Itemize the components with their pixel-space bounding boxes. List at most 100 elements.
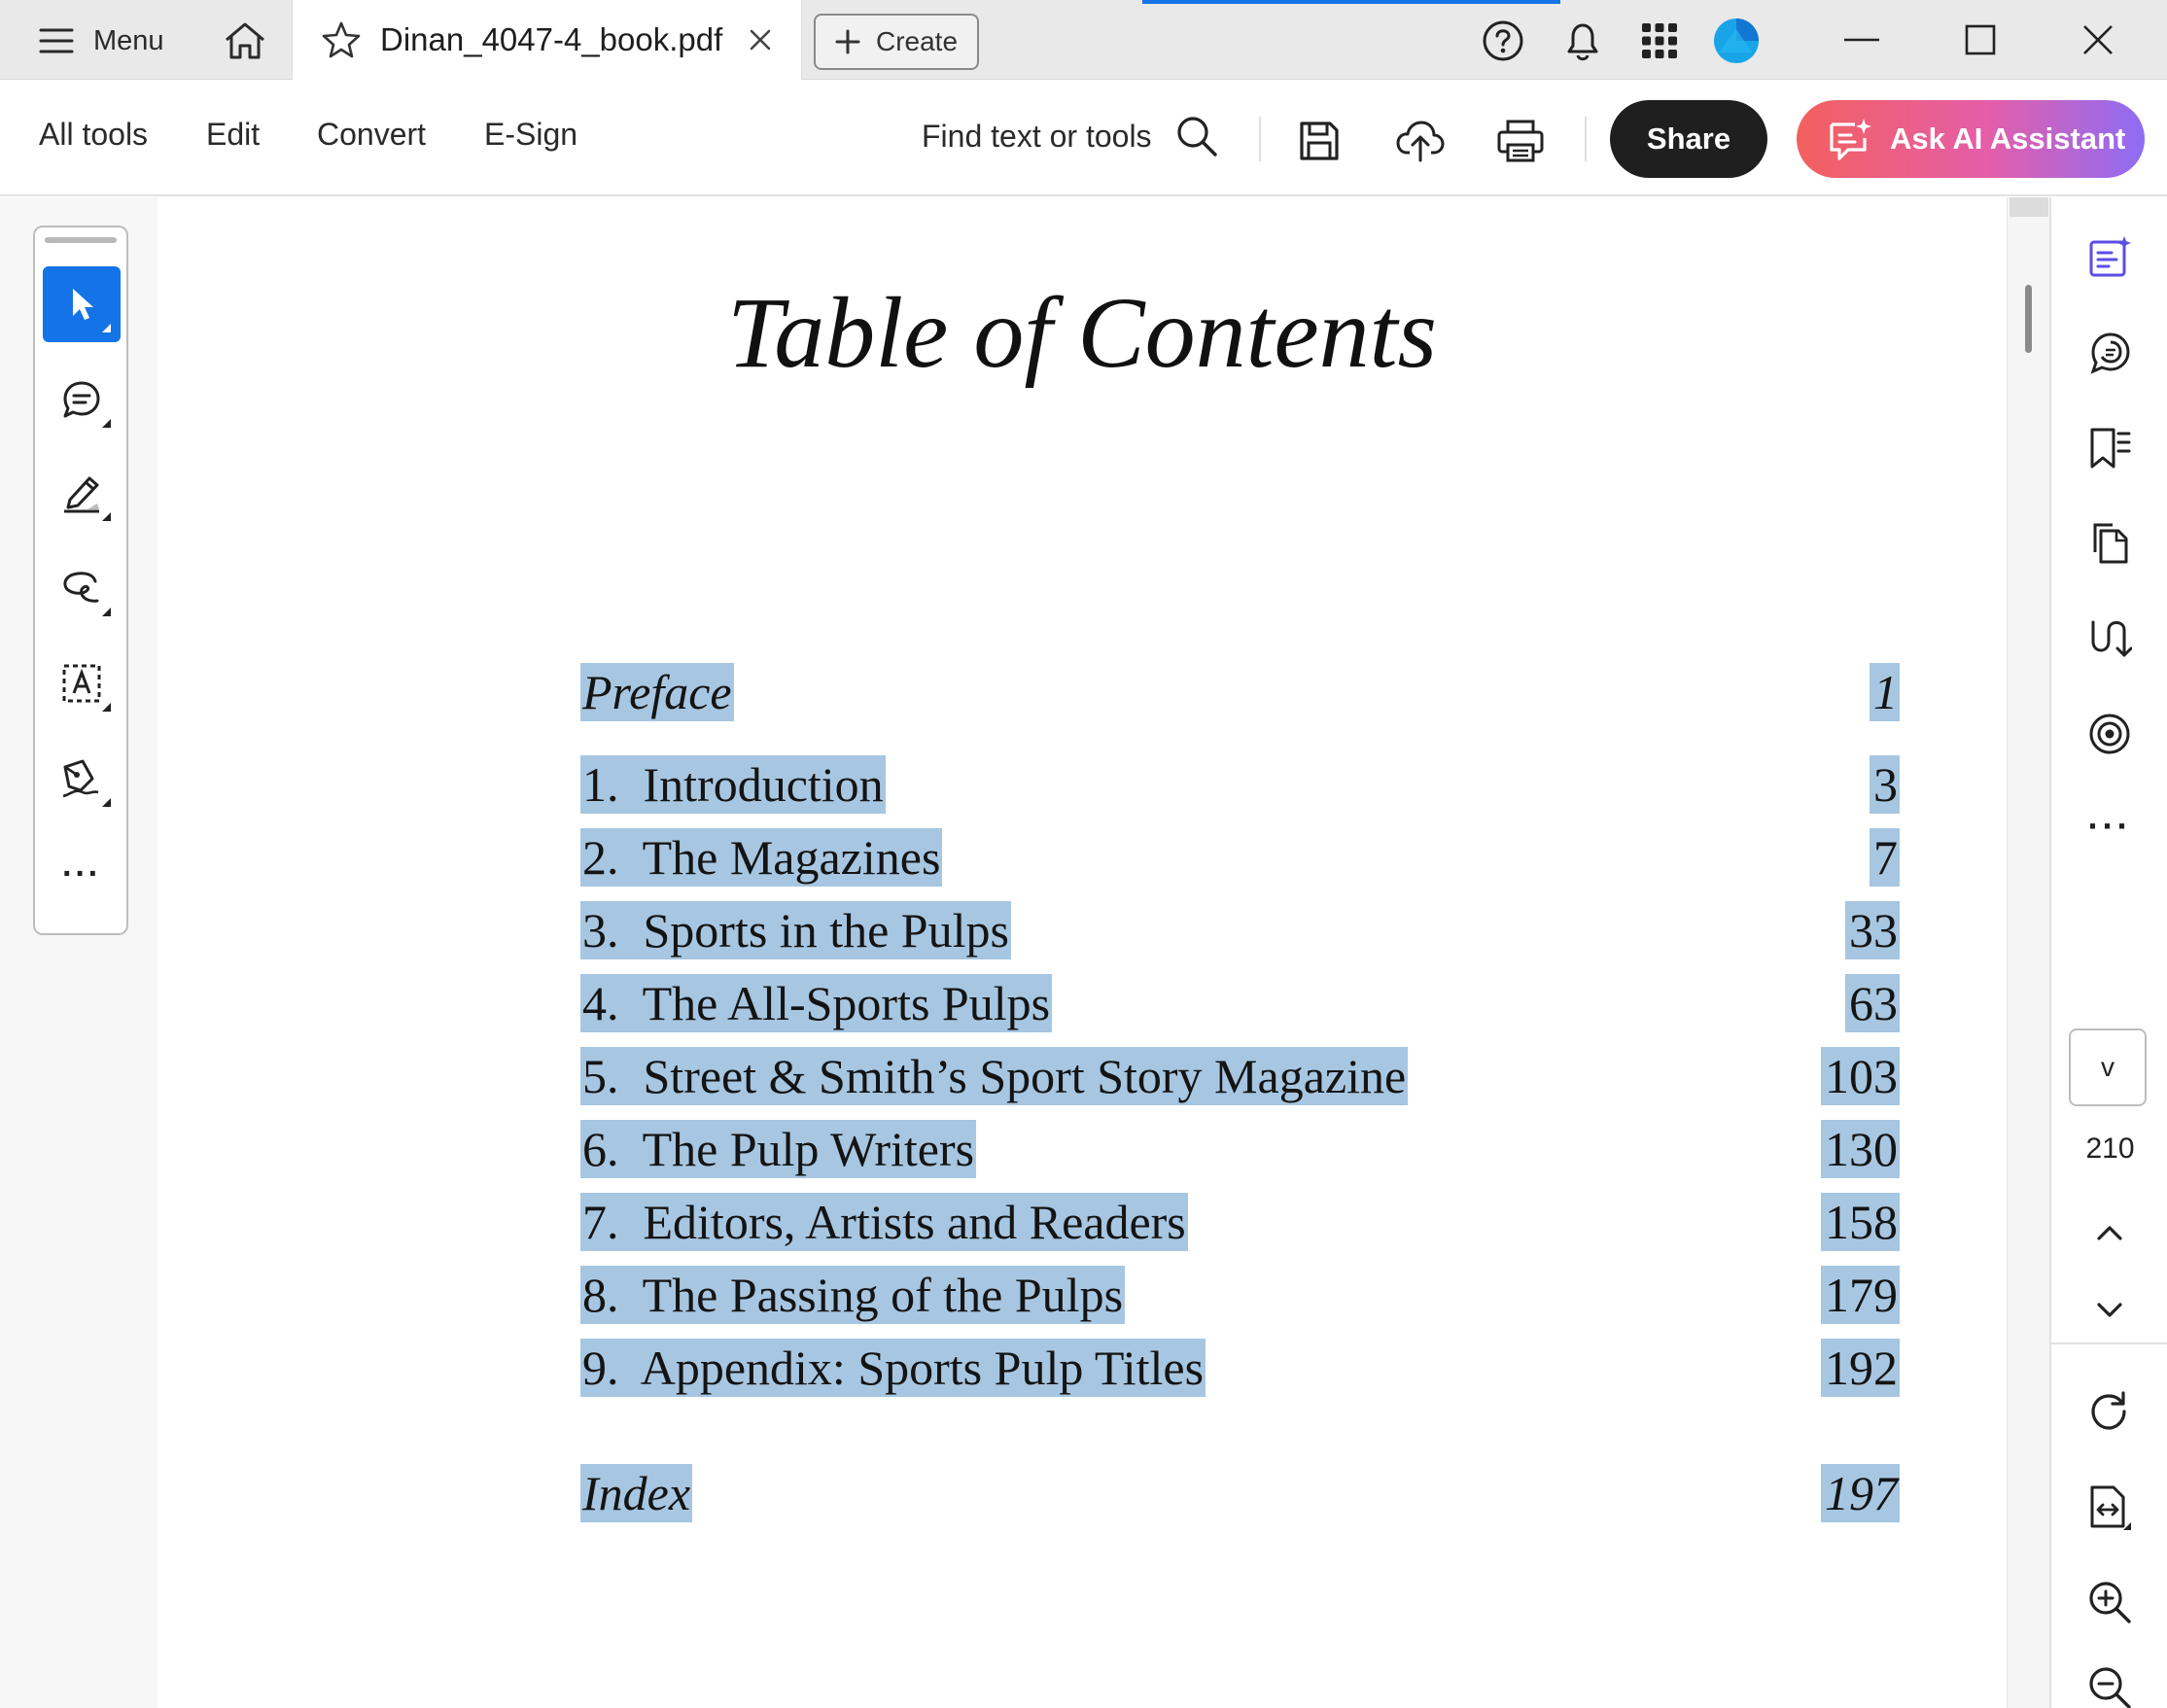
share-button[interactable]: Share — [1610, 100, 1767, 178]
chevron-down-icon — [2097, 1303, 2122, 1317]
toc-entry-page: 63 — [1845, 974, 1900, 1032]
hamburger-icon — [39, 28, 74, 53]
sign-tool-button[interactable] — [43, 741, 121, 817]
tab-title: Dinan_4047-4_book.pdf — [380, 21, 723, 57]
menu-label: Menu — [93, 24, 164, 56]
toc-entry-title: 4. The All-Sports Pulps — [580, 974, 1053, 1032]
comment-tool-button[interactable] — [43, 362, 121, 437]
highlight-tool-button[interactable] — [43, 455, 121, 531]
draw-icon — [63, 572, 99, 603]
zoom-out-icon[interactable] — [2069, 1654, 2150, 1708]
toc-entry-title: Preface — [580, 663, 734, 721]
rotate-icon[interactable] — [2069, 1378, 2150, 1447]
toolbar-divider — [1259, 117, 1261, 161]
total-pages: 210 — [2085, 1133, 2135, 1165]
toc-entry[interactable]: 8. The Passing of the Pulps 179 — [580, 1266, 1900, 1324]
rail-drag-handle[interactable] — [45, 237, 117, 243]
right-side-panel: ··· v 210 — [2049, 197, 2167, 1708]
close-icon[interactable] — [741, 20, 780, 59]
select-icon — [73, 289, 93, 320]
nav-convert[interactable]: Convert — [317, 117, 426, 153]
current-page: v — [2101, 1052, 2115, 1082]
next-page-button[interactable] — [2069, 1276, 2150, 1344]
toolbar-divider — [1585, 117, 1587, 161]
toc-entry-page: 33 — [1845, 901, 1900, 959]
toc-entry[interactable]: Index 197 — [580, 1464, 1900, 1522]
more-panels-button[interactable]: ··· — [2069, 792, 2150, 860]
document-tab[interactable]: Dinan_4047-4_book.pdf — [292, 0, 802, 80]
home-button[interactable] — [216, 14, 274, 68]
search-icon — [1176, 117, 1217, 157]
toc-entry-page: 130 — [1821, 1120, 1900, 1178]
main-toolbar: All tools Edit Convert E-Sign Find text … — [0, 80, 2167, 196]
close-window-icon[interactable] — [2069, 16, 2127, 64]
menu-button[interactable]: Menu — [29, 14, 174, 68]
sign-icon — [62, 759, 99, 798]
toc-entry[interactable]: 4. The All-Sports Pulps 63 — [580, 974, 1900, 1032]
page-number-input[interactable]: v — [2069, 1028, 2147, 1106]
minimize-icon[interactable] — [1833, 16, 1891, 64]
scroll-up-button[interactable] — [2010, 197, 2048, 217]
toc-entry[interactable]: 5. Street & Smith’s Sport Story Magazine… — [580, 1047, 1900, 1105]
toc-entry[interactable]: 1. Introduction 3 — [580, 755, 1900, 814]
toc-entry[interactable]: 7. Editors, Artists and Readers 158 — [580, 1193, 1900, 1251]
compare-icon[interactable] — [2069, 605, 2150, 673]
toc-entry-page: 3 — [1870, 755, 1900, 814]
toc-entry-page: 103 — [1821, 1047, 1900, 1105]
toc-entry[interactable]: 6. The Pulp Writers 130 — [580, 1120, 1900, 1178]
nav-edit[interactable]: Edit — [206, 117, 260, 153]
text-select-icon — [62, 664, 101, 703]
toc-entry[interactable]: 3. Sports in the Pulps 33 — [580, 901, 1900, 959]
submenu-indicator — [102, 419, 111, 428]
previous-page-button[interactable] — [2069, 1199, 2150, 1267]
vertical-scrollbar[interactable] — [2007, 197, 2049, 1708]
toc-entry-page: 192 — [1821, 1339, 1900, 1397]
toc-entry[interactable]: 2. The Magazines 7 — [580, 828, 1900, 887]
submenu-indicator — [102, 703, 111, 712]
fit-page-icon[interactable] — [2069, 1474, 2150, 1542]
help-icon[interactable] — [1480, 17, 1526, 64]
highlight-icon — [64, 476, 99, 513]
scrollbar-thumb[interactable] — [2025, 285, 2032, 353]
toc-entry-title: 7. Editors, Artists and Readers — [580, 1193, 1188, 1251]
document-viewer[interactable]: Table of Contents Preface 1 1. Introduct… — [157, 197, 2007, 1708]
upload-icon[interactable] — [1393, 114, 1448, 168]
ask-ai-assistant-button[interactable]: Ask AI Assistant — [1797, 100, 2145, 178]
create-button[interactable]: Create — [814, 14, 979, 70]
plus-icon — [835, 29, 860, 54]
find-text-or-tools[interactable]: Find text or tools — [922, 115, 1218, 157]
print-icon[interactable] — [1493, 114, 1548, 168]
more-icon: ··· — [2087, 806, 2132, 846]
toc-entry-title: Index — [580, 1464, 693, 1522]
ai-label: Ask AI Assistant — [1890, 122, 2126, 156]
accessibility-icon[interactable] — [2069, 700, 2150, 768]
draw-tool-button[interactable] — [43, 550, 121, 626]
more-tools-button[interactable]: ··· — [43, 836, 121, 912]
toc-entry-title: 2. The Magazines — [580, 828, 943, 887]
apps-grid-icon[interactable] — [1636, 17, 1683, 64]
toc-entry[interactable]: Preface 1 — [580, 663, 1900, 721]
nav-e-sign[interactable]: E-Sign — [484, 117, 577, 153]
bookmarks-icon[interactable] — [2069, 414, 2150, 482]
toc-entry-title: 5. Street & Smith’s Sport Story Magazine — [580, 1047, 1409, 1105]
toc-entry-page: 158 — [1821, 1193, 1900, 1251]
ai-summary-icon[interactable] — [2069, 223, 2150, 291]
zoom-in-icon[interactable] — [2069, 1568, 2150, 1636]
toc-entry-page: 179 — [1821, 1266, 1900, 1324]
toc-entry[interactable]: 9. Appendix: Sports Pulp Titles 192 — [580, 1339, 1900, 1397]
save-icon[interactable] — [1292, 114, 1346, 168]
page-title: Table of Contents — [726, 277, 1438, 389]
nav-all-tools[interactable]: All tools — [39, 117, 148, 153]
bell-icon[interactable] — [1559, 17, 1606, 64]
comments-panel-icon[interactable] — [2069, 319, 2150, 387]
submenu-indicator — [102, 512, 111, 521]
text-select-tool-button[interactable] — [43, 645, 121, 721]
chevron-up-icon — [2097, 1226, 2122, 1240]
pages-icon[interactable] — [2069, 509, 2150, 577]
select-tool-button[interactable] — [43, 266, 121, 342]
find-label: Find text or tools — [922, 118, 1152, 154]
toc-entry-title: 1. Introduction — [580, 755, 886, 814]
maximize-icon[interactable] — [1951, 16, 2010, 64]
avatar[interactable] — [1713, 17, 1760, 64]
star-icon[interactable] — [320, 18, 363, 61]
